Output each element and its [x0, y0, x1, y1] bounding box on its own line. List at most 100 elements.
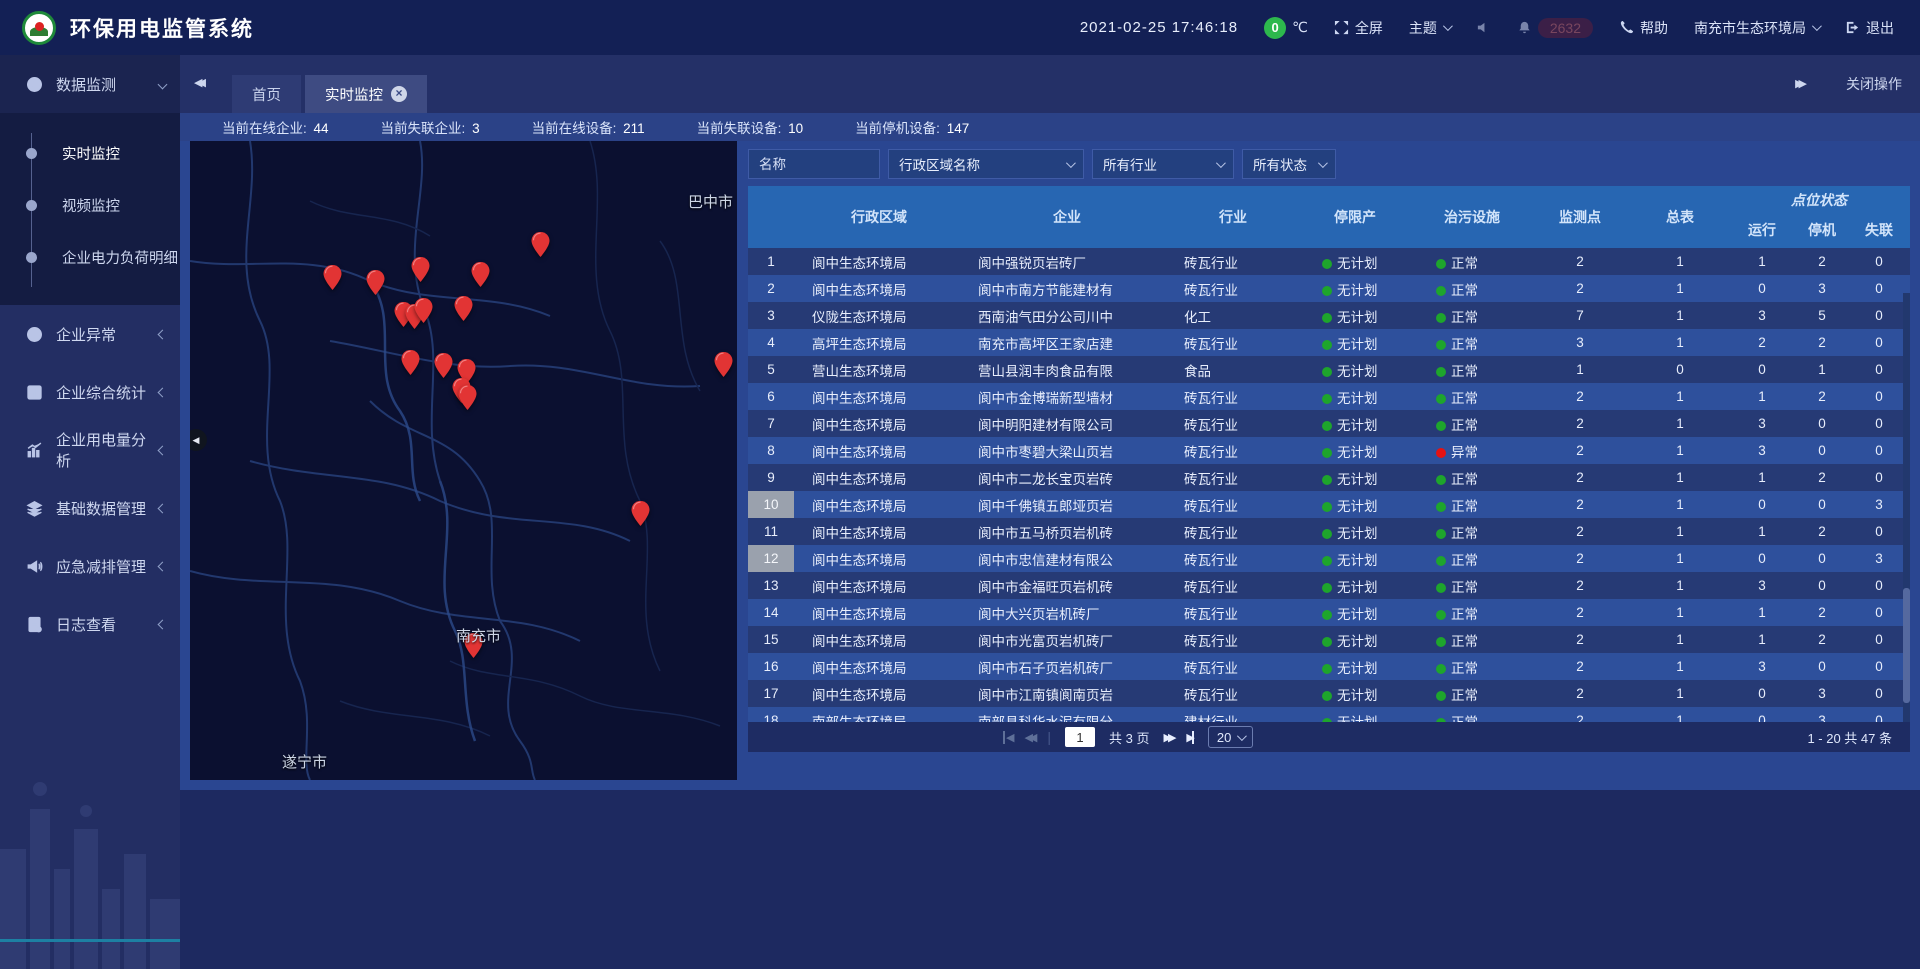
row-run-count: 1 — [1730, 632, 1794, 647]
chevron-down-icon — [1318, 158, 1328, 168]
table-row[interactable]: 8阆中生态环境局阆中市枣碧大梁山页岩砖瓦行业无计划异常21300 — [748, 437, 1910, 464]
tabs-scroll-left-icon[interactable]: ◀◀ — [194, 76, 201, 89]
first-page-icon[interactable]: ◀ — [1003, 731, 1010, 744]
row-total-count: 1 — [1630, 713, 1730, 722]
submenu-item-label: 实时监控 — [62, 143, 120, 164]
page-size-select[interactable]: 20 — [1208, 726, 1253, 748]
row-facility-status: 正常 — [1414, 684, 1530, 704]
map-pin-icon[interactable] — [471, 262, 490, 287]
map-pin-icon[interactable] — [454, 296, 473, 321]
sidebar-item-power[interactable]: 企业用电量分析 — [0, 421, 180, 479]
table-row[interactable]: 16阆中生态环境局阆中市石子页岩机砖厂砖瓦行业无计划正常21300 — [748, 653, 1910, 680]
chevron-down-icon — [1443, 21, 1453, 31]
status-dot-icon — [1436, 691, 1446, 701]
region-select[interactable]: 行政区域名称 — [888, 149, 1084, 179]
row-region: 阆中生态环境局 — [794, 441, 964, 461]
power-chart-icon — [26, 442, 43, 459]
map-pin-icon[interactable] — [401, 350, 420, 375]
name-search-input[interactable] — [748, 149, 880, 179]
map-pin-icon[interactable] — [434, 353, 453, 378]
fullscreen-button[interactable]: 全屏 — [1334, 18, 1383, 38]
row-stop-count: 2 — [1794, 389, 1850, 404]
tabs-scroll-right-icon[interactable]: ▶▶ — [1795, 77, 1802, 90]
close-operations-button[interactable]: 关闭操作 — [1846, 74, 1902, 94]
map[interactable]: 巴中市南充市遂宁市 ◀ — [190, 141, 737, 780]
table-row[interactable]: 9阆中生态环境局阆中市二龙长宝页岩砖砖瓦行业无计划正常21120 — [748, 464, 1910, 491]
map-pin-icon[interactable] — [531, 232, 550, 257]
row-stop-count: 5 — [1794, 308, 1850, 323]
tab-home[interactable]: 首页 — [232, 75, 301, 113]
row-monitor-count: 2 — [1530, 470, 1630, 485]
sidebar-item-label: 企业异常 — [56, 324, 159, 345]
table-row[interactable]: 4高坪生态环境局南充市高坪区王家店建砖瓦行业无计划正常31220 — [748, 329, 1910, 356]
page-number-input[interactable] — [1065, 727, 1095, 747]
theme-dropdown[interactable]: 主题 — [1409, 18, 1450, 38]
prev-page-icon[interactable]: ◀◀ — [1024, 731, 1033, 744]
sidebar-item-composite[interactable]: 企业综合统计 — [0, 363, 180, 421]
row-total-count: 1 — [1630, 578, 1730, 593]
sidebar-item-basedata[interactable]: 基础数据管理 — [0, 479, 180, 537]
notifications[interactable]: 2632 — [1517, 18, 1593, 38]
sidebar-item-alert[interactable]: 企业异常 — [0, 305, 180, 363]
row-total-count: 1 — [1630, 308, 1730, 323]
table-row[interactable]: 5营山生态环境局营山县润丰肉食品有限食品无计划正常10010 — [748, 356, 1910, 383]
row-limit-status: 无计划 — [1296, 549, 1414, 569]
row-lost-count: 0 — [1850, 389, 1908, 404]
table-row[interactable]: 18南部生态环境局南部县科华水泥有限分建材行业无计划正常21030 — [748, 707, 1910, 722]
close-tab-icon[interactable]: × — [391, 86, 407, 102]
sidebar-subitem-item[interactable]: 企业电力负荷明细 — [0, 231, 180, 283]
row-region: 阆中生态环境局 — [794, 414, 964, 434]
status-select[interactable]: 所有状态 — [1242, 149, 1336, 179]
map-pin-icon[interactable] — [323, 265, 342, 290]
table-row[interactable]: 7阆中生态环境局阆中明阳建材有限公司砖瓦行业无计划正常21300 — [748, 410, 1910, 437]
logout-button[interactable]: 退出 — [1845, 18, 1894, 38]
row-lost-count: 0 — [1850, 335, 1908, 350]
map-pin-icon[interactable] — [366, 270, 385, 295]
map-pin-icon[interactable] — [411, 257, 430, 282]
sidebar-subitem-active[interactable]: 实时监控 — [0, 127, 180, 179]
temperature: 0 ℃ — [1264, 17, 1308, 39]
row-company: 阆中市南方节能建材有 — [964, 279, 1170, 299]
row-facility-status: 正常 — [1414, 603, 1530, 623]
org-dropdown[interactable]: 南充市生态环境局 — [1694, 18, 1819, 38]
row-lost-count: 0 — [1850, 524, 1908, 539]
row-stop-count: 0 — [1794, 443, 1850, 458]
next-page-icon[interactable]: ▶▶ — [1164, 731, 1173, 744]
submenu: 实时监控视频监控企业电力负荷明细 — [0, 113, 180, 305]
map-pin-icon[interactable] — [631, 501, 650, 526]
sidebar: 数据监测实时监控视频监控企业电力负荷明细企业异常企业综合统计企业用电量分析基础数… — [0, 55, 180, 969]
table-scrollbar-thumb[interactable] — [1903, 588, 1910, 703]
table-row[interactable]: 3仪陇生态环境局西南油气田分公司川中化工无计划正常71350 — [748, 302, 1910, 329]
row-monitor-count: 7 — [1530, 308, 1630, 323]
map-pin-icon[interactable] — [414, 298, 433, 323]
table-row[interactable]: 10阆中生态环境局阆中千佛镇五郎垭页岩砖瓦行业无计划正常21003 — [748, 491, 1910, 518]
speaker-muted-icon[interactable] — [1476, 20, 1491, 35]
sidebar-subitem-item[interactable]: 视频监控 — [0, 179, 180, 231]
map-pin-icon[interactable] — [714, 352, 733, 377]
industry-select[interactable]: 所有行业 — [1092, 149, 1234, 179]
row-limit-status: 无计划 — [1296, 279, 1414, 299]
sidebar-item-emergency[interactable]: 应急减排管理 — [0, 537, 180, 595]
row-company: 阆中市枣碧大梁山页岩 — [964, 441, 1170, 461]
help-button[interactable]: 帮助 — [1619, 18, 1668, 38]
table-row[interactable]: 13阆中生态环境局阆中市金福旺页岩机砖砖瓦行业无计划正常21300 — [748, 572, 1910, 599]
col-run: 运行 — [1730, 212, 1794, 248]
last-page-icon[interactable]: ▶ — [1186, 731, 1193, 744]
table-row[interactable]: 17阆中生态环境局阆中市江南镇阆南页岩砖瓦行业无计划正常21030 — [748, 680, 1910, 707]
table-row[interactable]: 1阆中生态环境局阆中强锐页岩砖厂砖瓦行业无计划正常21120 — [748, 248, 1910, 275]
table-row[interactable]: 11阆中生态环境局阆中市五马桥页岩机砖砖瓦行业无计划正常21120 — [748, 518, 1910, 545]
table-row[interactable]: 6阆中生态环境局阆中市金博瑞新型墙材砖瓦行业无计划正常21120 — [748, 383, 1910, 410]
status-dot-icon — [1322, 637, 1332, 647]
table-row[interactable]: 14阆中生态环境局阆中大兴页岩机砖厂砖瓦行业无计划正常21120 — [748, 599, 1910, 626]
tab-realtime-monitor[interactable]: 实时监控 × — [305, 75, 427, 113]
map-pin-icon[interactable] — [458, 385, 477, 410]
layers-icon — [26, 500, 43, 517]
table-row[interactable]: 12阆中生态环境局阆中市忠信建材有限公砖瓦行业无计划正常21003 — [748, 545, 1910, 572]
stat-item: 当前失联设备: 10 — [697, 117, 804, 137]
table-row[interactable]: 15阆中生态环境局阆中市光富页岩机砖厂砖瓦行业无计划正常21120 — [748, 626, 1910, 653]
row-lost-count: 0 — [1850, 416, 1908, 431]
table-row[interactable]: 2阆中生态环境局阆中市南方节能建材有砖瓦行业无计划正常21030 — [748, 275, 1910, 302]
sidebar-item-data-monitor[interactable]: 数据监测 — [0, 55, 180, 113]
status-dot-icon — [1436, 637, 1446, 647]
chevron-left-icon — [158, 503, 168, 513]
